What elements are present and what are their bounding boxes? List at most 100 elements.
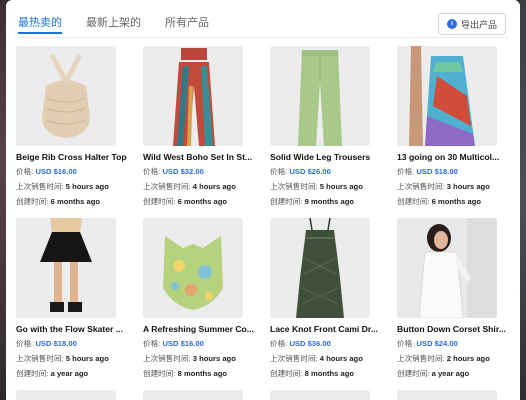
product-last-sold: 3 hours ago [446, 182, 490, 191]
product-last-sold-row: 上次销售时间: 3 hours ago [143, 353, 255, 364]
products-panel: 最热卖的 最新上架的 所有产品 ⭳ 导出产品 Beige Rib Cross H… [6, 0, 520, 400]
product-image-next[interactable] [397, 390, 497, 400]
product-card[interactable]: Wild West Boho Set In St... 价格: USD $32.… [143, 46, 255, 207]
product-image-next[interactable] [143, 390, 243, 400]
product-image-black-skater-skirt[interactable] [16, 218, 116, 318]
product-price: USD $16.00 [35, 167, 77, 176]
product-card[interactable]: Beige Rib Cross Halter Top 价格: USD $16.0… [16, 46, 128, 207]
product-title[interactable]: Go with the Flow Skater ... [16, 324, 136, 334]
price-label: 价格: [397, 339, 415, 348]
product-price: USD $32.00 [162, 167, 204, 176]
product-image-green-trousers[interactable] [270, 46, 370, 146]
product-price: USD $26.00 [289, 167, 331, 176]
tab-bar: 最热卖的 最新上架的 所有产品 [18, 14, 233, 34]
product-title[interactable]: Button Down Corset Shir... [397, 324, 517, 334]
product-price: USD $16.00 [162, 339, 204, 348]
product-last-sold: 3 hours ago [192, 354, 236, 363]
created-label: 创建时间: [270, 369, 303, 378]
last-sold-label: 上次销售时间: [270, 354, 318, 363]
product-last-sold-row: 上次销售时间: 4 hours ago [143, 181, 255, 192]
product-title[interactable]: A Refreshing Summer Co... [143, 324, 263, 334]
created-label: 创建时间: [270, 197, 303, 206]
export-products-button[interactable]: ⭳ 导出产品 [437, 13, 506, 35]
product-image-beige-halter-top[interactable] [16, 46, 116, 146]
price-label: 价格: [16, 167, 34, 176]
created-label: 创建时间: [143, 197, 176, 206]
last-sold-label: 上次销售时间: [16, 182, 64, 191]
product-created: 9 months ago [304, 197, 354, 206]
product-price-row: 价格: USD $18.00 [16, 338, 128, 349]
product-created: 8 months ago [304, 369, 354, 378]
product-created: 6 months ago [431, 197, 481, 206]
last-sold-label: 上次销售时间: [397, 182, 445, 191]
last-sold-label: 上次销售时间: [143, 354, 191, 363]
price-label: 价格: [397, 167, 415, 176]
product-title[interactable]: Lace Knot Front Cami Dr... [270, 324, 390, 334]
product-price: USD $24.00 [416, 339, 458, 348]
tab-best-selling[interactable]: 最热卖的 [18, 14, 62, 34]
last-sold-label: 上次销售时间: [16, 354, 64, 363]
product-card[interactable]: 13 going on 30 Multicol... 价格: USD $18.0… [397, 46, 509, 207]
product-image-boho-set[interactable] [143, 46, 243, 146]
next-row-thumb[interactable] [270, 390, 370, 400]
price-label: 价格: [16, 339, 34, 348]
created-label: 创建时间: [16, 369, 49, 378]
next-row-thumb[interactable] [143, 390, 243, 400]
product-card[interactable]: A Refreshing Summer Co... 价格: USD $16.00… [143, 218, 255, 379]
price-label: 价格: [270, 167, 288, 176]
product-title[interactable]: 13 going on 30 Multicol... [397, 152, 517, 162]
product-last-sold: 4 hours ago [319, 354, 363, 363]
product-card[interactable]: Lace Knot Front Cami Dr... 价格: USD $36.0… [270, 218, 382, 379]
product-image-lace-cami-dress[interactable] [270, 218, 370, 318]
product-image-floral-corset[interactable] [143, 218, 243, 318]
product-last-sold-row: 上次销售时间: 5 hours ago [16, 181, 128, 192]
product-created-row: 创建时间: 6 months ago [16, 196, 128, 207]
product-price-row: 价格: USD $32.00 [143, 166, 255, 177]
product-last-sold-row: 上次销售时间: 2 hours ago [397, 353, 509, 364]
product-image-white-shirt-dress[interactable] [397, 218, 497, 318]
product-price: USD $18.00 [35, 339, 77, 348]
tab-divider [18, 37, 508, 38]
price-label: 价格: [143, 167, 161, 176]
tab-newest[interactable]: 最新上架的 [86, 14, 141, 34]
last-sold-label: 上次销售时间: [270, 182, 318, 191]
product-price-row: 价格: USD $16.00 [16, 166, 128, 177]
created-label: 创建时间: [143, 369, 176, 378]
price-label: 价格: [143, 339, 161, 348]
created-label: 创建时间: [397, 197, 430, 206]
product-last-sold: 2 hours ago [446, 354, 490, 363]
next-row-thumb[interactable] [397, 390, 497, 400]
tab-all-products[interactable]: 所有产品 [165, 14, 209, 34]
product-last-sold-row: 上次销售时间: 5 hours ago [270, 181, 382, 192]
next-row-thumb[interactable] [16, 390, 116, 400]
product-price: USD $18.00 [416, 167, 458, 176]
product-created: a year ago [431, 369, 470, 378]
product-price-row: 价格: USD $36.00 [270, 338, 382, 349]
product-title[interactable]: Wild West Boho Set In St... [143, 152, 263, 162]
product-price-row: 价格: USD $24.00 [397, 338, 509, 349]
created-label: 创建时间: [397, 369, 430, 378]
product-created: 6 months ago [50, 197, 100, 206]
last-sold-label: 上次销售时间: [143, 182, 191, 191]
product-price-row: 价格: USD $18.00 [397, 166, 509, 177]
product-image-next[interactable] [16, 390, 116, 400]
product-created-row: 创建时间: a year ago [397, 368, 509, 379]
product-image-multicolor-dress[interactable] [397, 46, 497, 146]
product-last-sold-row: 上次销售时间: 4 hours ago [270, 353, 382, 364]
product-title[interactable]: Solid Wide Leg Trousers [270, 152, 390, 162]
product-card[interactable]: Button Down Corset Shir... 价格: USD $24.0… [397, 218, 509, 379]
product-created: 8 months ago [177, 369, 227, 378]
product-last-sold: 4 hours ago [192, 182, 236, 191]
last-sold-label: 上次销售时间: [397, 354, 445, 363]
backdrop-right [520, 0, 526, 400]
product-card[interactable]: Solid Wide Leg Trousers 价格: USD $26.00 上… [270, 46, 382, 207]
product-price-row: 价格: USD $26.00 [270, 166, 382, 177]
product-created-row: 创建时间: 6 months ago [143, 196, 255, 207]
product-created: a year ago [50, 369, 89, 378]
product-image-next[interactable] [270, 390, 370, 400]
created-label: 创建时间: [16, 197, 49, 206]
product-created-row: 创建时间: 9 months ago [270, 196, 382, 207]
product-card[interactable]: Go with the Flow Skater ... 价格: USD $18.… [16, 218, 128, 379]
product-title[interactable]: Beige Rib Cross Halter Top [16, 152, 136, 162]
product-last-sold: 5 hours ago [65, 354, 109, 363]
